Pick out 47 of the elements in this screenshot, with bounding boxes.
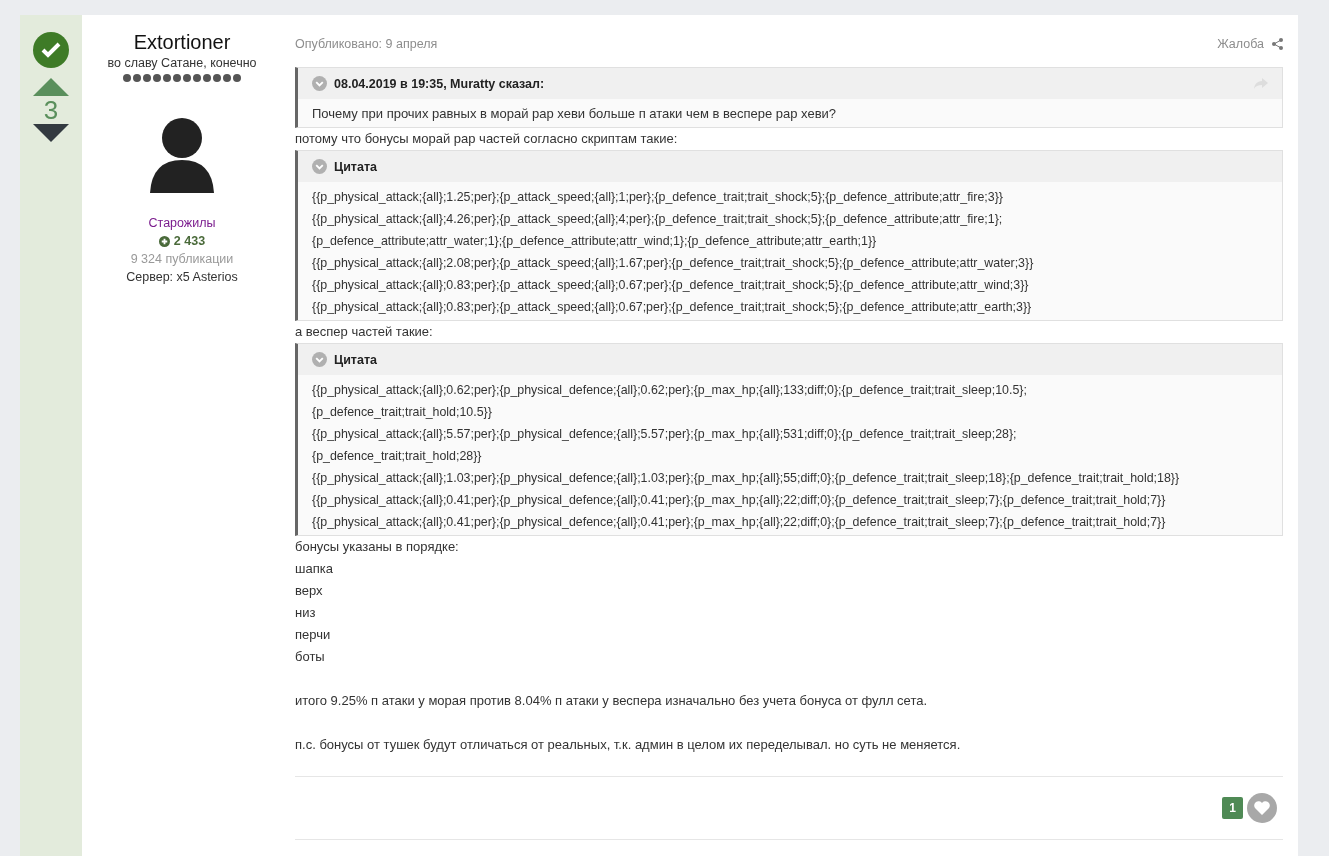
quote-text: {{p_physical_attack;{all};1.03;per};{p_physical_defence;{all};1.03;per};{p_max_hp;{all};55;diff;0};{p_defence_trait;trait_sleep;18};{p_defence_trait;trait_hold;18}} [312,470,1181,487]
server-info: Сервер: x5 Asterios [126,269,238,286]
quote-text: {p_defence_trait;trait_hold;10.5}} [312,404,493,421]
report-link[interactable]: Жалоба [1217,37,1283,51]
collapse-icon[interactable] [312,76,327,91]
post-text: потому что бонусы морай рар частей согласно скриптам такие: [295,130,679,148]
collapse-icon[interactable] [312,352,327,367]
vote-count: 3 [43,96,59,124]
post-text: а веспер частей такие: [295,323,434,341]
post-count: 9 324 публикации [130,251,234,268]
quote-text: Почему при прочих равных в морай рар хеви больше п атаки чем в веспере рар хеви? [312,105,838,123]
post-text: п.с. бонусы от тушек будут отличаться от реальных, т.к. админ в целом их переделывал. но суть не меняется. [295,736,962,754]
post-text: верх [295,582,324,600]
quote-text: {{p_physical_attack;{all};5.57;per};{p_physical_defence;{all};5.57;per};{p_max_hp;{all};531;diff;0};{p_defence_trait;trait_sleep;28}; [312,426,1018,443]
member-group: Старожилы [148,214,216,232]
collapse-icon[interactable] [312,159,327,174]
publish-date: Опубликовано: 9 апреля [295,37,438,51]
quote-text: {{p_physical_attack;{all};4.26;per};{p_attack_speed;{all};4;per};{p_defence_trait;trait_shock;5};{p_defence_attribute;attr_fire;1}; [312,211,1004,228]
reaction-count: 1 [1222,797,1243,819]
quote-text: {{p_physical_attack;{all};1.25;per};{p_attack_speed;{all};1;per};{p_defence_trait;trait_shock;5};{p_defence_attribute;attr_fire;3}} [312,189,1004,206]
quote-title: Цитата [334,159,377,174]
reputation-count: 2 433 [173,233,206,250]
post-text: перчи [295,626,332,644]
quote-text: {{p_physical_attack;{all};0.83;per};{p_attack_speed;{all};0.67;per};{p_defence_trait;trait_shock;5};{p_defence_attribute;attr_earth;3}} [312,299,1033,316]
quote-text: {{p_physical_attack;{all};0.41;per};{p_physical_defence;{all};0.41;per};{p_max_hp;{all};22;diff;0};{p_defence_trait;trait_sleep;7};{p_defence_trait;trait_hold;7}} [312,514,1167,531]
downvote-icon[interactable] [33,124,69,142]
heart-icon [1253,800,1271,816]
post-text: шапка [295,560,334,578]
quote-title: 08.04.2019 в 19:35, Muratty сказал: [334,76,545,91]
quote-text: {{p_physical_attack;{all};0.41;per};{p_physical_defence;{all};0.41;per};{p_max_hp;{all};22;diff;0};{p_defence_trait;trait_sleep;7};{p_defence_trait;trait_hold;7}} [312,492,1167,509]
post-text: боты [295,648,326,666]
quote-text: {{p_physical_attack;{all};0.83;per};{p_attack_speed;{all};0.67;per};{p_defence_trait;trait_shock;5};{p_defence_attribute;attr_wind;3}} [312,277,1030,294]
post-text: низ [295,604,317,622]
like-button[interactable] [1247,793,1277,823]
quote-text: {{p_physical_attack;{all};0.62;per};{p_physical_defence;{all};0.62;per};{p_max_hp;{all};133;diff;0};{p_defence_trait;trait_sleep;10.5}; [312,382,1028,399]
quote-text: {{p_physical_attack;{all};2.08;per};{p_attack_speed;{all};1.67;per};{p_defence_trait;trait_shock;5};{p_defence_attribute;attr_water;3}} [312,255,1035,272]
quote-title: Цитата [334,352,377,367]
quote-text: {p_defence_attribute;attr_water;1};{p_defence_attribute;attr_wind;1};{p_defence_attribute;attr_earth;1}} [312,233,878,250]
upvote-icon[interactable] [33,78,69,96]
author-name[interactable]: Extortioner [133,31,231,54]
author-title: во славу Сатане, конечно [107,55,257,72]
quote-text: {p_defence_trait;trait_hold;28}} [312,448,483,465]
share-icon[interactable] [1272,38,1283,50]
post-text: бонусы указаны в порядке: [295,538,460,556]
plus-icon [158,235,170,247]
post-text: итого 9.25% п атаки у морая против 8.04% п атаки у веспера изначально без учета бонуса от фулл сета. [295,692,929,710]
checkmark-icon [41,42,61,58]
